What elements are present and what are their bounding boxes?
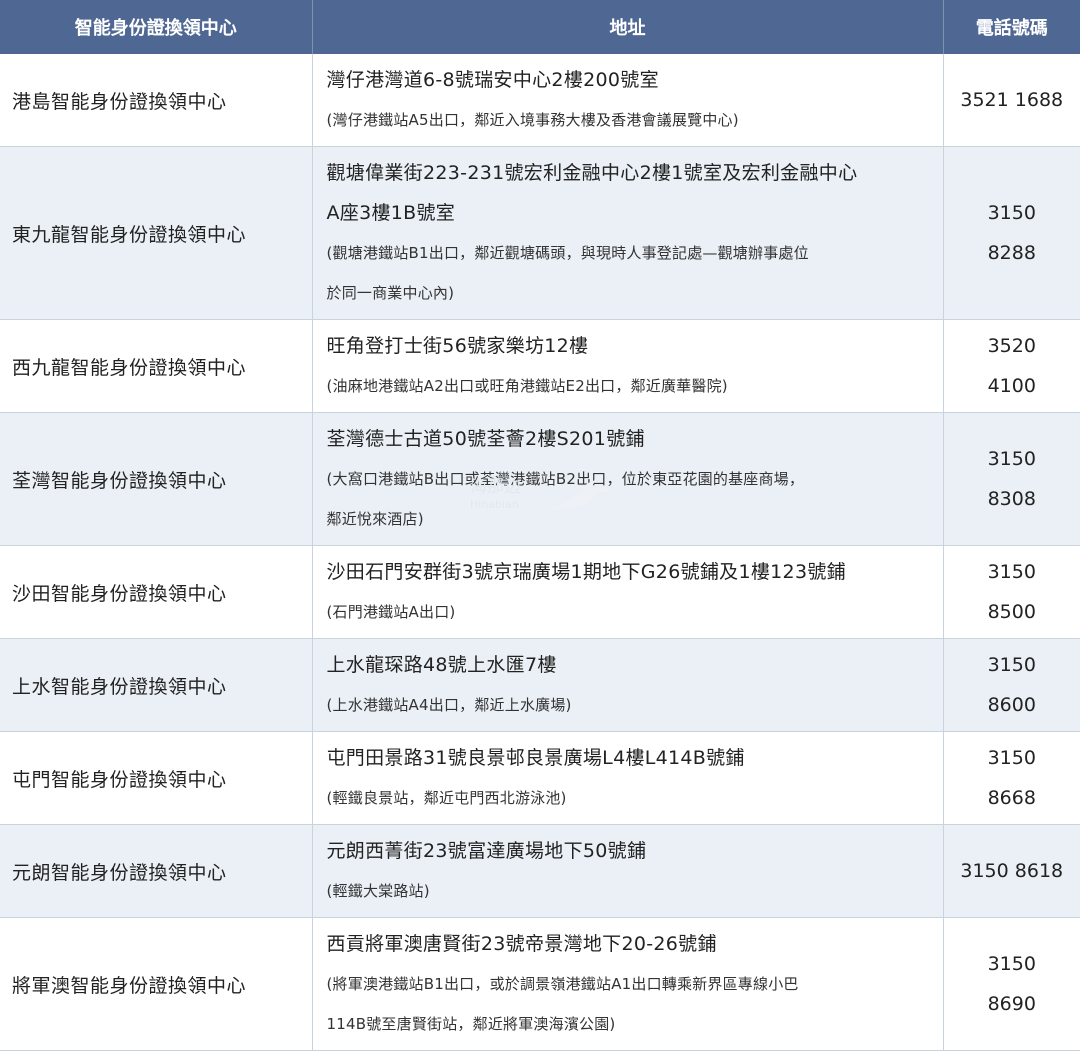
phone-cell: 31508600: [943, 639, 1080, 732]
phone-cell: 31508690: [943, 918, 1080, 1051]
table-row: 西九龍智能身份證換領中心旺角登打士街56號家樂坊12樓(油麻地港鐵站A2出口或旺…: [0, 320, 1080, 413]
address-note-line: (石門港鐵站A出口): [327, 592, 931, 632]
table-body: 港島智能身份證換領中心灣仔港灣道6-8號瑞安中心2樓200號室(灣仔港鐵站A5出…: [0, 54, 1080, 1051]
address-line: 元朗西菁街23號富達廣場地下50號鋪: [327, 831, 931, 871]
phone-cell: 31508500: [943, 546, 1080, 639]
address-note-line: 鄰近悅來酒店): [327, 499, 931, 539]
address-line: 屯門田景路31號良景邨良景廣場L4樓L414B號鋪: [327, 738, 931, 778]
phone-number: 8690: [944, 984, 1080, 1024]
phone-number: 8500: [944, 592, 1080, 632]
table-row: 東九龍智能身份證換領中心觀塘偉業街223-231號宏利金融中心2樓1號室及宏利金…: [0, 147, 1080, 320]
address-line: A座3樓1B號室: [327, 193, 931, 233]
centre-name-cell: 屯門智能身份證換領中心: [0, 732, 312, 825]
table-row: 元朗智能身份證換領中心元朗西菁街23號富達廣場地下50號鋪(輕鐵大棠路站)315…: [0, 825, 1080, 918]
address-note-line: (觀塘港鐵站B1出口，鄰近觀塘碼頭，與現時人事登記處—觀塘辦事處位: [327, 233, 931, 273]
phone-cell: 3521 1688: [943, 54, 1080, 147]
table-row: 屯門智能身份證換領中心屯門田景路31號良景邨良景廣場L4樓L414B號鋪(輕鐵良…: [0, 732, 1080, 825]
address-note-line: 114B號至唐賢街站，鄰近將軍澳海濱公園): [327, 1004, 931, 1044]
phone-number: 8668: [944, 778, 1080, 818]
address-note-line: (上水港鐵站A4出口，鄰近上水廣場): [327, 685, 931, 725]
phone-number: 3150: [944, 944, 1080, 984]
phone-number: 8308: [944, 479, 1080, 519]
address-note-line: (輕鐵大棠路站): [327, 871, 931, 911]
centre-name-cell: 將軍澳智能身份證換領中心: [0, 918, 312, 1051]
address-cell: 沙田石門安群街3號京瑞廣場1期地下G26號鋪及1樓123號鋪(石門港鐵站A出口): [312, 546, 943, 639]
phone-number: 3150: [944, 645, 1080, 685]
centre-name-cell: 沙田智能身份證換領中心: [0, 546, 312, 639]
centre-name-cell: 元朗智能身份證換領中心: [0, 825, 312, 918]
centre-name-cell: 西九龍智能身份證換領中心: [0, 320, 312, 413]
table-row: 荃灣智能身份證換領中心荃灣德士古道50號荃薈2樓S201號鋪(大窩口港鐵站B出口…: [0, 413, 1080, 546]
centre-name-cell: 港島智能身份證換領中心: [0, 54, 312, 147]
header-address: 地址: [312, 0, 943, 54]
phone-cell: 3150 8618: [943, 825, 1080, 918]
phone-number: 3520: [944, 326, 1080, 366]
phone-number: 8600: [944, 685, 1080, 725]
address-note-line: (油麻地港鐵站A2出口或旺角港鐵站E2出口，鄰近廣華醫院): [327, 366, 931, 406]
phone-number: 3150: [944, 738, 1080, 778]
centre-name-cell: 東九龍智能身份證換領中心: [0, 147, 312, 320]
phone-number: 8288: [944, 233, 1080, 273]
address-line: 上水龍琛路48號上水匯7樓: [327, 645, 931, 685]
address-note-line: (灣仔港鐵站A5出口，鄰近入境事務大樓及香港會議展覽中心): [327, 100, 931, 140]
phone-number: 4100: [944, 366, 1080, 406]
table-header-row: 智能身份證換領中心 地址 電話號碼: [0, 0, 1080, 54]
address-line: 灣仔港灣道6-8號瑞安中心2樓200號室: [327, 60, 931, 100]
phone-cell: 31508308: [943, 413, 1080, 546]
header-phone: 電話號碼: [943, 0, 1080, 54]
address-cell: 上水龍琛路48號上水匯7樓(上水港鐵站A4出口，鄰近上水廣場): [312, 639, 943, 732]
address-cell: 觀塘偉業街223-231號宏利金融中心2樓1號室及宏利金融中心A座3樓1B號室(…: [312, 147, 943, 320]
address-note-line: 於同一商業中心內): [327, 273, 931, 313]
phone-number: 3150: [944, 439, 1080, 479]
table-row: 將軍澳智能身份證換領中心西貢將軍澳唐賢街23號帝景灣地下20-26號鋪(將軍澳港…: [0, 918, 1080, 1051]
address-cell: 旺角登打士街56號家樂坊12樓(油麻地港鐵站A2出口或旺角港鐵站E2出口，鄰近廣…: [312, 320, 943, 413]
phone-cell: 35204100: [943, 320, 1080, 413]
address-line: 西貢將軍澳唐賢街23號帝景灣地下20-26號鋪: [327, 924, 931, 964]
address-line: 沙田石門安群街3號京瑞廣場1期地下G26號鋪及1樓123號鋪: [327, 552, 931, 592]
phone-number: 3150: [944, 193, 1080, 233]
centre-name-cell: 上水智能身份證換領中心: [0, 639, 312, 732]
header-centre-name: 智能身份證換領中心: [0, 0, 312, 54]
phone-number: 3521 1688: [944, 80, 1080, 120]
address-line: 荃灣德士古道50號荃薈2樓S201號鋪: [327, 419, 931, 459]
phone-number: 3150: [944, 552, 1080, 592]
smart-id-centre-table: 智能身份證換領中心 地址 電話號碼 港島智能身份證換領中心灣仔港灣道6-8號瑞安…: [0, 0, 1080, 1051]
phone-number: 3150 8618: [944, 851, 1080, 891]
table-row: 沙田智能身份證換領中心沙田石門安群街3號京瑞廣場1期地下G26號鋪及1樓123號…: [0, 546, 1080, 639]
address-cell: 元朗西菁街23號富達廣場地下50號鋪(輕鐵大棠路站): [312, 825, 943, 918]
centre-name-cell: 荃灣智能身份證換領中心: [0, 413, 312, 546]
address-cell: 灣仔港灣道6-8號瑞安中心2樓200號室(灣仔港鐵站A5出口，鄰近入境事務大樓及…: [312, 54, 943, 147]
address-line: 觀塘偉業街223-231號宏利金融中心2樓1號室及宏利金融中心: [327, 153, 931, 193]
address-note-line: (將軍澳港鐵站B1出口，或於調景嶺港鐵站A1出口轉乘新界區專線小巴: [327, 964, 931, 1004]
address-note-line: (輕鐵良景站，鄰近屯門西北游泳池): [327, 778, 931, 818]
address-cell: 荃灣德士古道50號荃薈2樓S201號鋪(大窩口港鐵站B出口或荃灣港鐵站B2出口，…: [312, 413, 943, 546]
table-row: 港島智能身份證換領中心灣仔港灣道6-8號瑞安中心2樓200號室(灣仔港鐵站A5出…: [0, 54, 1080, 147]
phone-cell: 31508288: [943, 147, 1080, 320]
address-cell: 屯門田景路31號良景邨良景廣場L4樓L414B號鋪(輕鐵良景站，鄰近屯門西北游泳…: [312, 732, 943, 825]
phone-cell: 31508668: [943, 732, 1080, 825]
address-note-line: (大窩口港鐵站B出口或荃灣港鐵站B2出口，位於東亞花園的基座商場，: [327, 459, 931, 499]
address-line: 旺角登打士街56號家樂坊12樓: [327, 326, 931, 366]
address-cell: 西貢將軍澳唐賢街23號帝景灣地下20-26號鋪(將軍澳港鐵站B1出口，或於調景嶺…: [312, 918, 943, 1051]
table-row: 上水智能身份證換領中心上水龍琛路48號上水匯7樓(上水港鐵站A4出口，鄰近上水廣…: [0, 639, 1080, 732]
